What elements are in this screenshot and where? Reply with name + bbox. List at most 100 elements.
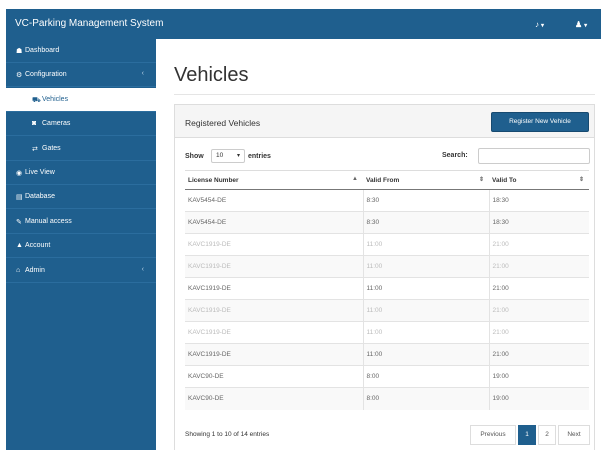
caret-down-icon: ▾ bbox=[541, 23, 545, 29]
sidebar-item-label: Database bbox=[25, 193, 55, 201]
sidebar: ☗ Dashboard ⚙ Configuration ‹ ⛟ Vehicles ◙ Camer… bbox=[6, 39, 156, 450]
license-number-cell: KAVC1919-DE bbox=[185, 277, 364, 300]
column-header-license-number[interactable]: License Number ▲ bbox=[185, 170, 363, 190]
sidebar-item-label: Manual access bbox=[25, 217, 72, 225]
bell-icon: ♪ bbox=[535, 20, 539, 29]
license-number-cell: KAV5454-DE bbox=[185, 189, 364, 212]
table-row[interactable]: KAVC1919-DE 11:00 21:00 bbox=[185, 343, 589, 366]
table-row[interactable]: KAV5454-DE 8:30 18:30 bbox=[185, 189, 589, 212]
sidebar-item-dashboard[interactable]: ☗ Dashboard bbox=[6, 39, 156, 63]
database-icon: ▤ bbox=[16, 194, 23, 202]
sort-icon: ⇕ bbox=[578, 177, 584, 183]
valid-to-cell: 21:00 bbox=[489, 255, 589, 278]
chevron-left-icon: ‹ bbox=[141, 265, 144, 273]
valid-to-cell: 19:00 bbox=[489, 387, 589, 410]
table-info: Showing 1 to 10 of 14 entries bbox=[185, 431, 270, 438]
valid-to-cell: 18:30 bbox=[489, 211, 589, 234]
gate-icon: ⇄ bbox=[32, 145, 38, 153]
title-divider bbox=[174, 94, 595, 95]
valid-from-cell: 8:00 bbox=[363, 365, 490, 388]
table-row[interactable]: KAVC1919-DE 11:00 21:00 bbox=[185, 321, 589, 344]
sidebar-item-configuration[interactable]: ⚙ Configuration ‹ bbox=[6, 63, 156, 88]
registered-vehicles-panel: Registered Vehicles Register New Vehicle… bbox=[174, 104, 595, 450]
table-row[interactable]: KAVC90-DE 8:00 19:00 bbox=[185, 365, 589, 388]
valid-from-cell: 8:30 bbox=[363, 211, 490, 234]
sidebar-item-label: Live View bbox=[25, 169, 55, 176]
sort-icon: ⇕ bbox=[478, 177, 484, 183]
sidebar-item-label: Admin bbox=[25, 266, 45, 274]
license-number-cell: KAVC1919-DE bbox=[185, 299, 364, 322]
user-icon: ▲ bbox=[16, 242, 23, 250]
sidebar-item-database[interactable]: ▤ Database bbox=[6, 185, 156, 210]
panel-title: Registered Vehicles bbox=[185, 118, 261, 128]
valid-from-cell: 11:00 bbox=[363, 343, 490, 366]
length-suffix: entries bbox=[248, 153, 271, 160]
sidebar-item-label: Gates bbox=[42, 144, 61, 152]
table-row[interactable]: KAVC1919-DE 11:00 21:00 bbox=[185, 255, 589, 278]
entries-per-page-select[interactable]: 10 ▾ bbox=[211, 149, 245, 163]
length-label: Show bbox=[185, 153, 204, 160]
caret-down-icon: ▾ bbox=[584, 23, 588, 29]
gear-icon: ⚙ bbox=[16, 72, 23, 80]
license-number-cell: KAV5454-DE bbox=[185, 211, 364, 234]
search-input[interactable] bbox=[478, 148, 590, 164]
valid-to-cell: 18:30 bbox=[489, 189, 589, 212]
sidebar-item-manual-access[interactable]: ✎ Manual access bbox=[6, 210, 156, 234]
sort-asc-icon: ▲ bbox=[352, 176, 358, 182]
wrench-icon: ✎ bbox=[16, 218, 22, 226]
sidebar-item-cameras[interactable]: ◙ Cameras bbox=[6, 112, 156, 137]
sidebar-item-label: Configuration bbox=[25, 71, 67, 79]
car-icon: ⛟ bbox=[32, 96, 41, 104]
sidebar-item-label: Dashboard bbox=[25, 47, 60, 54]
dashboard-icon: ☗ bbox=[16, 48, 23, 55]
valid-to-cell: 21:00 bbox=[489, 277, 589, 300]
notifications-menu[interactable]: ♪ ▾ bbox=[535, 20, 544, 29]
valid-to-cell: 19:00 bbox=[489, 365, 589, 388]
user-icon: ♟ bbox=[575, 20, 583, 29]
valid-to-cell: 21:00 bbox=[489, 321, 589, 344]
valid-to-cell: 21:00 bbox=[489, 233, 589, 256]
panel-heading: Registered Vehicles Register New Vehicle bbox=[175, 105, 594, 138]
app-title[interactable]: VC-Parking Management System bbox=[15, 18, 163, 29]
chevron-down-icon: ▾ bbox=[236, 153, 240, 159]
sidebar-item-admin[interactable]: ⌂ Admin ‹ bbox=[6, 259, 156, 283]
top-navbar: VC-Parking Management System ♪ ▾ ♟ ▾ bbox=[6, 9, 601, 39]
sidebar-item-vehicles[interactable]: ⛟ Vehicles bbox=[6, 87, 156, 112]
license-number-cell: KAVC90-DE bbox=[185, 387, 364, 410]
sidebar-item-label: Account bbox=[25, 242, 51, 250]
sidebar-item-label: Cameras bbox=[42, 120, 71, 128]
license-number-cell: KAVC1919-DE bbox=[185, 255, 364, 278]
valid-from-cell: 8:00 bbox=[363, 387, 490, 410]
valid-from-cell: 8:30 bbox=[363, 189, 490, 212]
sidebar-item-live-view[interactable]: ◉ Live View bbox=[6, 161, 156, 185]
user-menu[interactable]: ♟ ▾ bbox=[575, 20, 587, 29]
pagination-next[interactable]: Next bbox=[558, 425, 590, 445]
vehicles-table: License Number ▲ Valid From ⇕ Valid To ⇕… bbox=[185, 170, 589, 410]
page-title: Vehicles bbox=[174, 64, 249, 86]
sidebar-item-label: Vehicles bbox=[42, 95, 69, 103]
table-row[interactable]: KAVC1919-DE 11:00 21:00 bbox=[185, 233, 589, 256]
table-row[interactable]: KAV5454-DE 8:30 18:30 bbox=[185, 211, 589, 234]
entries-per-page-value: 10 bbox=[216, 152, 224, 159]
valid-from-cell: 11:00 bbox=[363, 277, 490, 300]
license-number-cell: KAVC1919-DE bbox=[185, 343, 364, 366]
license-number-cell: KAVC1919-DE bbox=[185, 321, 364, 344]
pagination-page-1[interactable]: 1 bbox=[518, 425, 536, 445]
valid-from-cell: 11:00 bbox=[363, 299, 490, 322]
valid-from-cell: 11:00 bbox=[363, 233, 490, 256]
license-number-cell: KAVC1919-DE bbox=[185, 233, 364, 256]
valid-from-cell: 11:00 bbox=[363, 255, 490, 278]
column-header-valid-to[interactable]: Valid To ⇕ bbox=[489, 170, 589, 190]
camera-icon: ◙ bbox=[32, 120, 37, 128]
pagination-previous[interactable]: Previous bbox=[470, 425, 516, 445]
pagination-page-2[interactable]: 2 bbox=[538, 425, 556, 445]
register-new-vehicle-button[interactable]: Register New Vehicle bbox=[491, 112, 589, 132]
sidebar-item-account[interactable]: ▲ Account bbox=[6, 234, 156, 259]
table-row[interactable]: KAVC90-DE 8:00 19:00 bbox=[185, 387, 589, 410]
search-label: Search: bbox=[442, 152, 468, 159]
eye-icon: ◉ bbox=[16, 170, 23, 177]
table-row[interactable]: KAVC1919-DE 11:00 21:00 bbox=[185, 299, 589, 322]
sidebar-item-gates[interactable]: ⇄ Gates bbox=[6, 137, 156, 161]
column-header-valid-from[interactable]: Valid From ⇕ bbox=[363, 170, 489, 190]
table-row[interactable]: KAVC1919-DE 11:00 21:00 bbox=[185, 277, 589, 300]
